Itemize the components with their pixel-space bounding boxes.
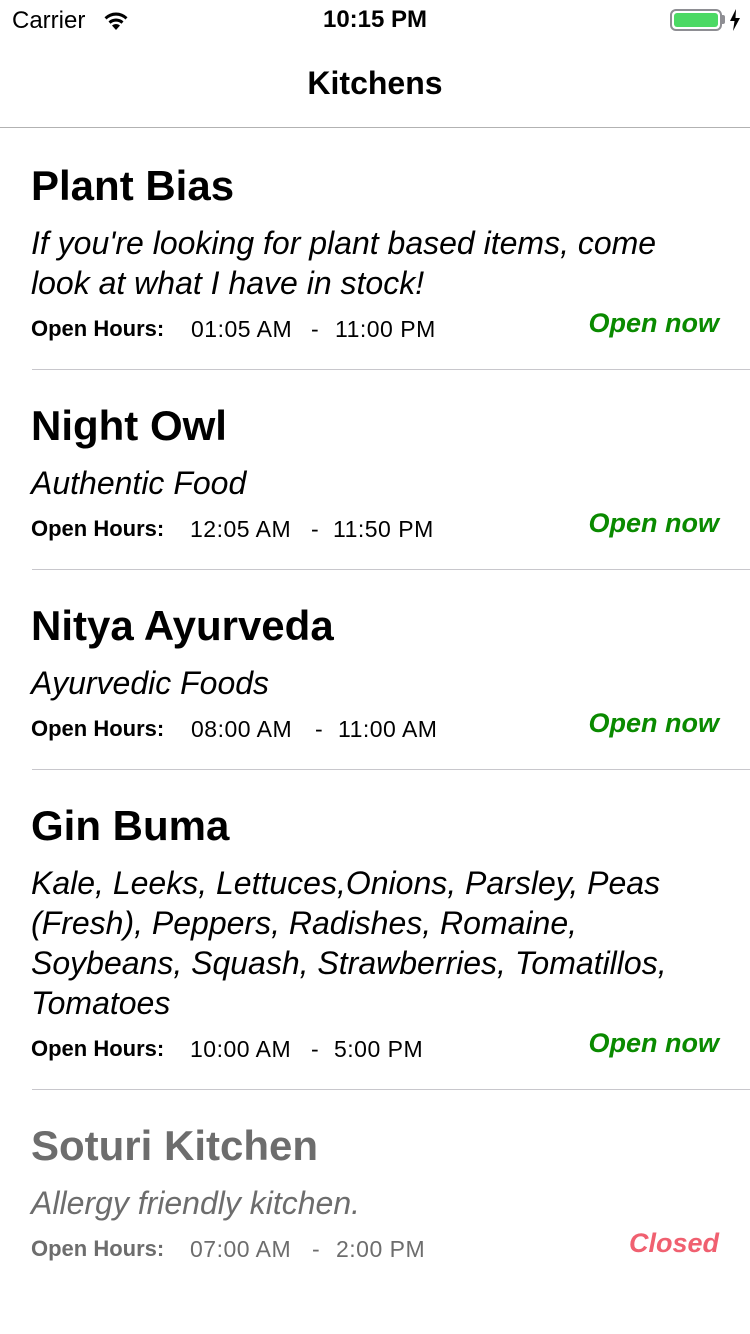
kitchen-description: Allergy friendly kitchen. [31,1185,361,1221]
kitchen-row[interactable]: Plant Bias If you're looking for plant b… [0,129,750,370]
battery-icon [670,9,722,31]
kitchen-row[interactable]: Gin Buma Kale, Leeks, Lettuces,Onions, P… [0,769,750,1090]
hours-dash: - [315,716,323,742]
close-time: 11:50 PM [333,516,434,542]
page-title: Kitchens [307,65,443,101]
open-status-badge: Open now [588,308,720,338]
close-time: 11:00 AM [338,716,438,742]
kitchen-list[interactable]: Plant Bias If you're looking for plant b… [0,129,750,1289]
kitchen-row[interactable]: Soturi Kitchen Allergy friendly kitchen.… [0,1089,750,1289]
kitchen-row[interactable]: Night Owl Authentic Food Open Hours: 12:… [0,369,750,570]
hours-dash: - [311,516,319,542]
hours-label: Open Hours: [31,1236,165,1261]
kitchen-name: Nitya Ayurveda [31,602,334,649]
kitchen-name: Gin Buma [31,802,230,849]
close-time: 11:00 PM [335,316,436,342]
hours-label: Open Hours: [31,516,165,541]
hours-dash: - [311,316,319,342]
open-status-badge: Open now [588,708,720,738]
hours-dash: - [311,1036,319,1062]
kitchen-name: Night Owl [31,402,227,449]
hours-label: Open Hours: [31,316,165,341]
status-bar: Carrier 10:15 PM [0,0,750,40]
closed-status-badge: Closed [628,1228,719,1258]
kitchen-name: Soturi Kitchen [31,1122,319,1169]
kitchen-row[interactable]: Nitya Ayurveda Ayurvedic Foods Open Hour… [0,569,750,770]
open-status-badge: Open now [588,508,720,538]
close-time: 5:00 PM [334,1036,424,1062]
open-time: 12:05 AM [190,516,292,542]
battery-tip [722,15,725,24]
open-status-badge: Open now [588,1028,720,1058]
open-time: 10:00 AM [190,1036,292,1062]
hours-label: Open Hours: [31,1036,165,1061]
open-time: 08:00 AM [191,716,293,742]
hours-label: Open Hours: [31,716,165,741]
kitchen-description: If you're looking for plant based items,… [31,225,657,301]
clock: 10:15 PM [322,6,428,33]
hours-dash: - [312,1236,320,1262]
charging-bolt-icon [730,9,740,31]
open-time: 07:00 AM [190,1236,292,1262]
kitchen-description: Authentic Food [31,465,247,501]
kitchen-name: Plant Bias [31,162,235,209]
close-time: 2:00 PM [336,1236,426,1262]
kitchen-description: Kale, Leeks, Lettuces,Onions, Parsley, P… [31,865,667,1021]
kitchen-description: Ayurvedic Foods [31,665,270,701]
open-time: 01:05 AM [191,316,293,342]
navigation-bar: Kitchens [0,40,750,128]
